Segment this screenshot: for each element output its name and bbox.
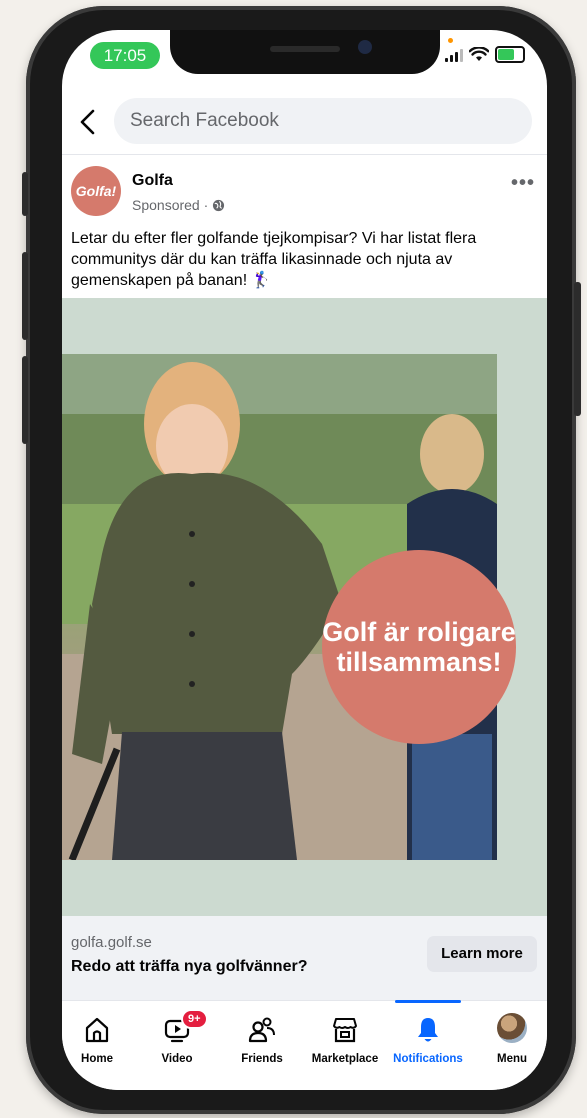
marketplace-icon (333, 1018, 357, 1043)
bottom-tab-bar: Home 9+ Video Friends Marketplace Notifi… (62, 1000, 547, 1090)
phone-screen: 17:05 Search Facebook Golfa! Golfa Spons… (62, 30, 547, 1090)
privacy-indicator (448, 38, 453, 43)
tab-video-label: Video (161, 1053, 193, 1065)
search-row: Search Facebook (62, 96, 547, 148)
tab-friends[interactable]: Friends (222, 1001, 302, 1081)
tab-notifications-label: Notifications (393, 1053, 463, 1065)
front-camera (358, 40, 372, 54)
image-overlay-bubble: Golf är roligare tillsammans! (322, 550, 516, 744)
globe-icon (213, 199, 225, 211)
bell-icon (418, 1018, 438, 1042)
tab-marketplace-label: Marketplace (311, 1053, 379, 1065)
cta-headline: Redo att träffa nya golfvänner? (71, 958, 308, 975)
speaker (270, 46, 340, 52)
page-name[interactable]: Golfa (132, 172, 173, 190)
cellular-signal-icon (445, 48, 463, 62)
cta-bar[interactable]: golfa.golf.se Redo att träffa nya golfvä… (62, 916, 547, 1002)
cta-domain: golfa.golf.se (71, 934, 152, 951)
volume-up-button (22, 252, 28, 340)
post-header: Golfa! Golfa Sponsored · ••• (62, 162, 547, 226)
tab-marketplace[interactable]: Marketplace (305, 1001, 385, 1081)
tab-menu-label: Menu (496, 1053, 528, 1065)
sponsored-text: Sponsored · (132, 197, 209, 213)
wifi-icon (469, 47, 489, 61)
volume-down-button (22, 356, 28, 444)
page-avatar[interactable]: Golfa! (71, 166, 121, 216)
header-divider (62, 154, 547, 155)
post-image-area[interactable]: Golf är roligare tillsammans! (62, 298, 547, 916)
battery-charging-icon (495, 46, 525, 63)
tab-video[interactable]: 9+ Video (137, 1001, 217, 1081)
tab-home[interactable]: Home (62, 1001, 137, 1081)
tab-friends-label: Friends (241, 1053, 283, 1065)
search-input[interactable]: Search Facebook (114, 98, 532, 144)
video-notification-badge: 9+ (181, 1009, 208, 1029)
profile-avatar (497, 1013, 527, 1043)
learn-more-button[interactable]: Learn more (427, 936, 537, 972)
status-icons (445, 46, 525, 63)
active-tab-indicator (395, 1000, 461, 1003)
power-button (574, 282, 581, 416)
home-icon (85, 1017, 109, 1043)
tab-menu[interactable]: Menu (472, 1001, 547, 1081)
mute-switch (22, 172, 28, 216)
notch (170, 30, 440, 74)
tab-notifications[interactable]: Notifications (387, 1000, 469, 1081)
more-options-icon[interactable]: ••• (511, 172, 535, 195)
tab-home-label: Home (81, 1053, 113, 1065)
status-time: 17:05 (90, 42, 160, 69)
back-arrow-icon[interactable] (76, 108, 100, 136)
sponsored-label: Sponsored · (132, 197, 225, 213)
friends-icon (248, 1017, 275, 1043)
post-caption: Letar du efter fler golfande tjejkompisa… (71, 230, 477, 289)
